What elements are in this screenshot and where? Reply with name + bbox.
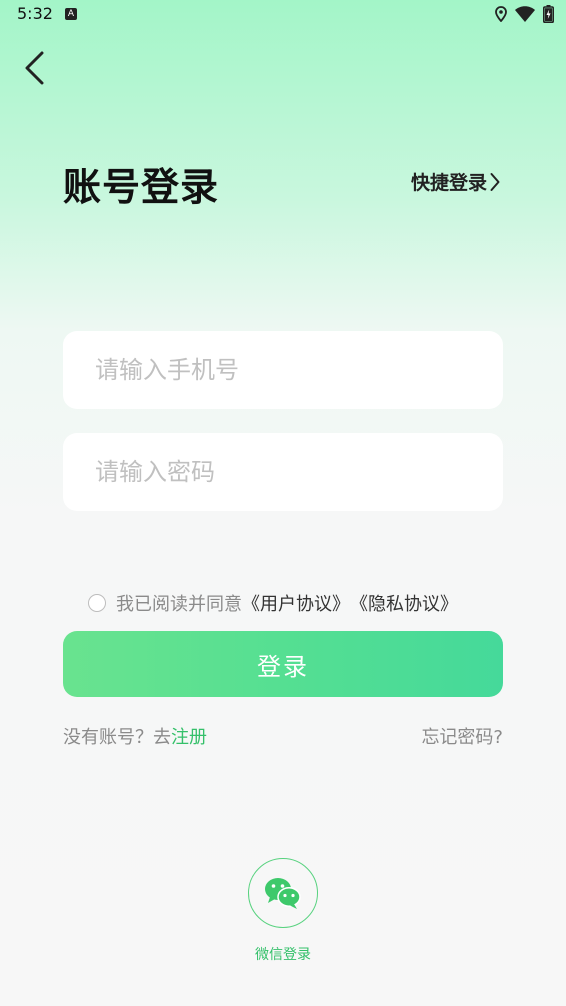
quick-login-label: 快捷登录 (410, 172, 487, 194)
wechat-icon (265, 878, 301, 909)
chevron-right-icon (490, 172, 500, 191)
wechat-login-label: 微信登录 (255, 947, 311, 963)
register-row: 没有账号？去注册 (63, 723, 207, 749)
agreement-row: 我已阅读并同意 《用户协议》 《隐私协议》 (88, 590, 458, 616)
status-icons (495, 5, 554, 23)
status-time: 5:32 (17, 4, 53, 23)
agreement-checkbox[interactable] (88, 594, 106, 612)
agreement-prefix: 我已阅读并同意 (116, 594, 242, 615)
register-link[interactable]: 注册 (171, 727, 207, 748)
privacy-policy-link[interactable]: 《隐私协议》 (350, 590, 458, 616)
back-button[interactable] (18, 50, 50, 86)
battery-charging-icon (543, 5, 554, 23)
page-title: 账号登录 (63, 165, 220, 209)
login-button[interactable]: 登录 (63, 631, 503, 697)
status-bar: 5:32 A (0, 0, 566, 30)
forgot-password-link[interactable]: 忘记密码? (421, 723, 503, 749)
quick-login-link[interactable]: 快捷登录 (411, 168, 500, 195)
password-input[interactable] (63, 433, 503, 511)
location-icon (495, 6, 507, 22)
wifi-icon (515, 6, 535, 22)
a-notification-icon: A (65, 8, 77, 20)
register-prompt: 没有账号？去 (63, 727, 171, 748)
phone-input-card (63, 331, 503, 409)
chevron-left-icon (25, 51, 44, 85)
password-input-card (63, 433, 503, 511)
phone-input[interactable] (63, 331, 503, 409)
user-agreement-link[interactable]: 《用户协议》 (242, 590, 350, 616)
wechat-login-button[interactable] (248, 858, 318, 928)
